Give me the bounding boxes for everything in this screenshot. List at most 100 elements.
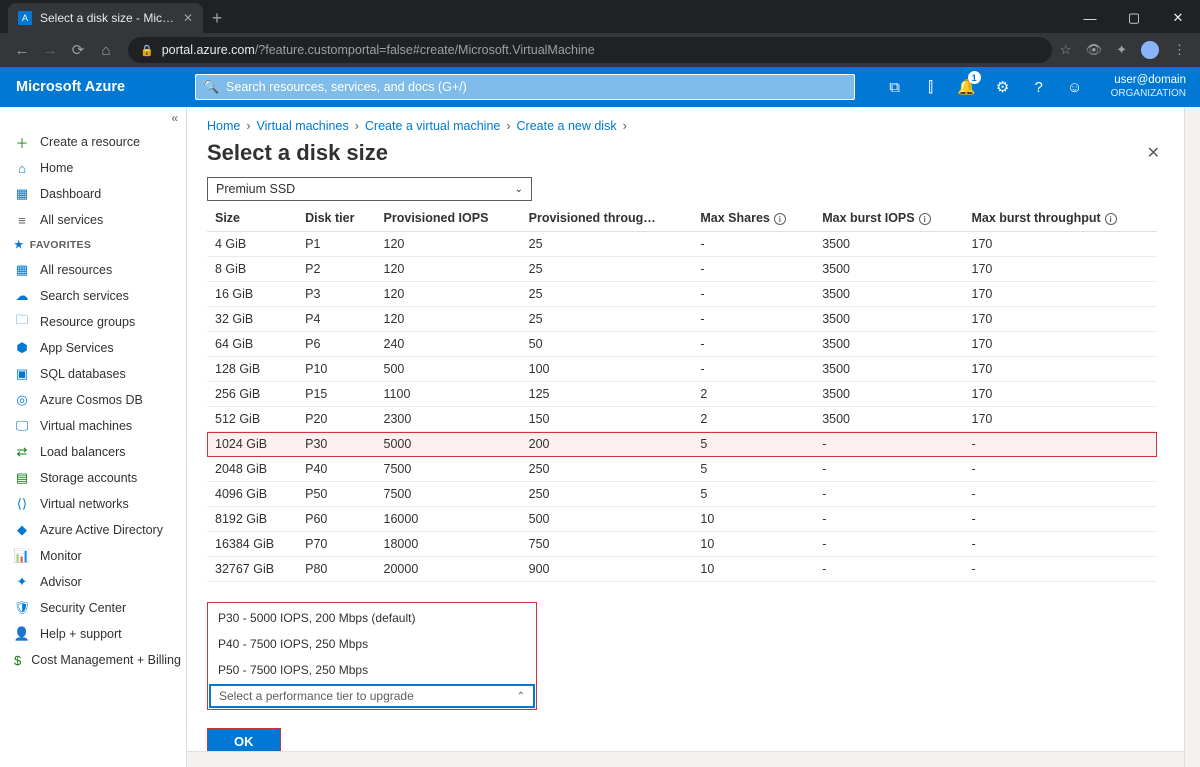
- sidebar-item-home[interactable]: ⌂Home: [0, 155, 186, 181]
- breadcrumb-link[interactable]: Home: [207, 119, 240, 133]
- disk-size-row[interactable]: 1024 GiBP3050002005--: [207, 432, 1157, 457]
- sidebar-item-storage-accounts[interactable]: ▤Storage accounts: [0, 465, 186, 491]
- directories-icon[interactable]: ⫿: [913, 67, 949, 107]
- cell-iops: 7500: [376, 482, 521, 507]
- window-maximize-button[interactable]: ▢: [1112, 3, 1156, 33]
- cell-bthr: -: [964, 482, 1158, 507]
- disk-size-row[interactable]: 8 GiBP212025-3500170: [207, 257, 1157, 282]
- sidebar-item-virtual-networks[interactable]: ⟨⟩Virtual networks: [0, 491, 186, 517]
- sidebar-item-load-balancers[interactable]: ⇄Load balancers: [0, 439, 186, 465]
- sidebar-item-azure-cosmos-db[interactable]: ◎Azure Cosmos DB: [0, 387, 186, 413]
- feedback-icon[interactable]: ☺: [1057, 67, 1093, 107]
- vertical-scrollbar[interactable]: [1184, 107, 1200, 767]
- azure-search-input[interactable]: [195, 74, 855, 100]
- window-close-button[interactable]: ✕: [1156, 3, 1200, 33]
- notifications-icon[interactable]: 🔔1: [949, 67, 985, 107]
- extensions-icon[interactable]: ✦: [1116, 42, 1127, 58]
- column-header[interactable]: Size: [207, 205, 297, 232]
- sidebar-item-app-services[interactable]: ⬢App Services: [0, 335, 186, 361]
- sidebar-item-resource-groups[interactable]: 🗀Resource groups: [0, 309, 186, 335]
- column-header[interactable]: Provisioned IOPS: [376, 205, 521, 232]
- sidebar-item-advisor[interactable]: ✦Advisor: [0, 569, 186, 595]
- browser-tab[interactable]: A Select a disk size - Microsoft Azu… ✕: [8, 3, 203, 33]
- disk-size-row[interactable]: 128 GiBP10500100-3500170: [207, 357, 1157, 382]
- column-header[interactable]: Max Sharesi: [692, 205, 814, 232]
- performance-tier-option[interactable]: P50 - 7500 IOPS, 250 Mbps: [208, 657, 536, 683]
- cell-bthr: -: [964, 457, 1158, 482]
- sidebar-item-create-a-resource[interactable]: ＋Create a resource: [0, 129, 186, 155]
- column-header[interactable]: Max burst throughputi: [964, 205, 1158, 232]
- sidebar-item-monitor[interactable]: 📊Monitor: [0, 543, 186, 569]
- cell-biops: 3500: [814, 382, 963, 407]
- performance-tier-option[interactable]: P30 - 5000 IOPS, 200 Mbps (default): [208, 605, 536, 631]
- disk-size-row[interactable]: 16384 GiBP701800075010--: [207, 532, 1157, 557]
- disk-size-row[interactable]: 512 GiBP20230015023500170: [207, 407, 1157, 432]
- disk-size-row[interactable]: 256 GiBP15110012523500170: [207, 382, 1157, 407]
- breadcrumb-link[interactable]: Create a new disk: [517, 119, 617, 133]
- sidebar-item-all-resources[interactable]: ▦All resources: [0, 257, 186, 283]
- url-input[interactable]: 🔒 portal.azure.com/?feature.customportal…: [128, 37, 1052, 63]
- azure-search-box[interactable]: 🔍: [195, 74, 855, 100]
- cell-iops: 2300: [376, 407, 521, 432]
- performance-tier-option[interactable]: P40 - 7500 IOPS, 250 Mbps: [208, 631, 536, 657]
- disk-size-row[interactable]: 4 GiBP112025-3500170: [207, 232, 1157, 257]
- breadcrumb-link[interactable]: Create a virtual machine: [365, 119, 500, 133]
- disk-size-row[interactable]: 64 GiBP624050-3500170: [207, 332, 1157, 357]
- bookmark-star-icon[interactable]: ☆: [1060, 42, 1072, 58]
- user-email: user@domain: [1111, 74, 1186, 88]
- disk-size-row[interactable]: 16 GiBP312025-3500170: [207, 282, 1157, 307]
- sidebar-item-search-services[interactable]: ☁Search services: [0, 283, 186, 309]
- azure-logo[interactable]: Microsoft Azure: [16, 79, 125, 95]
- settings-gear-icon[interactable]: ⚙: [985, 67, 1021, 107]
- disk-size-row[interactable]: 32 GiBP412025-3500170: [207, 307, 1157, 332]
- column-header[interactable]: Max burst IOPSi: [814, 205, 963, 232]
- sidebar-item-security-center[interactable]: 🛡Security Center: [0, 595, 186, 621]
- nav-back-icon[interactable]: ←: [8, 42, 36, 59]
- close-panel-icon[interactable]: ✕: [1143, 139, 1164, 167]
- new-tab-button[interactable]: +: [203, 8, 231, 33]
- nav-reload-icon[interactable]: ⟳: [64, 41, 92, 59]
- cell-iops: 1100: [376, 382, 521, 407]
- disk-size-row[interactable]: 8192 GiBP601600050010--: [207, 507, 1157, 532]
- disk-size-row[interactable]: 4096 GiBP5075002505--: [207, 482, 1157, 507]
- column-header[interactable]: Provisioned throug…: [521, 205, 693, 232]
- eye-icon[interactable]: 👁: [1086, 42, 1103, 58]
- sidebar-item-dashboard[interactable]: ▦Dashboard: [0, 181, 186, 207]
- sidebar-item-help-support[interactable]: 👤Help + support: [0, 621, 186, 647]
- info-icon[interactable]: i: [1105, 213, 1117, 225]
- disk-size-row[interactable]: 2048 GiBP4075002505--: [207, 457, 1157, 482]
- resource-groups-icon: 🗀: [14, 314, 30, 330]
- app-services-icon: ⬢: [14, 340, 30, 356]
- performance-tier-dropdown[interactable]: Select a performance tier to upgrade ⌃: [210, 685, 534, 707]
- sidebar-item-all-services[interactable]: ≡All services: [0, 207, 186, 233]
- disk-type-dropdown[interactable]: Premium SSD ⌄: [207, 177, 532, 201]
- cell-biops: 3500: [814, 407, 963, 432]
- disk-size-row[interactable]: 32767 GiBP802000090010--: [207, 557, 1157, 582]
- nav-forward-icon[interactable]: →: [36, 42, 64, 59]
- profile-avatar[interactable]: [1141, 41, 1159, 59]
- sidebar-item-virtual-machines[interactable]: 🖵Virtual machines: [0, 413, 186, 439]
- horizontal-scrollbar[interactable]: [187, 751, 1184, 767]
- breadcrumb-link[interactable]: Virtual machines: [257, 119, 349, 133]
- sidebar-collapse-icon[interactable]: «: [0, 107, 186, 129]
- nav-home-icon[interactable]: ⌂: [92, 42, 120, 59]
- user-account[interactable]: user@domain ORGANIZATION: [1093, 74, 1200, 100]
- tab-close-icon[interactable]: ✕: [183, 11, 193, 25]
- cell-shares: 2: [692, 407, 814, 432]
- column-header[interactable]: Disk tier: [297, 205, 375, 232]
- sidebar-item-cost-management-billing[interactable]: $Cost Management + Billing: [0, 647, 186, 673]
- cell-tier: P1: [297, 232, 375, 257]
- info-icon[interactable]: i: [774, 213, 786, 225]
- cell-size: 256 GiB: [207, 382, 297, 407]
- cloud-shell-icon[interactable]: ⧉: [877, 67, 913, 107]
- info-icon[interactable]: i: [919, 213, 931, 225]
- browser-menu-icon[interactable]: ⋮: [1173, 42, 1186, 58]
- help-icon[interactable]: ?: [1021, 67, 1057, 107]
- sidebar-item-sql-databases[interactable]: ▣SQL databases: [0, 361, 186, 387]
- browser-address-bar: ← → ⟳ ⌂ 🔒 portal.azure.com/?feature.cust…: [0, 33, 1200, 67]
- sidebar-item-azure-active-directory[interactable]: ◆Azure Active Directory: [0, 517, 186, 543]
- sidebar-item-label: Monitor: [40, 549, 82, 563]
- ok-button[interactable]: OK: [207, 728, 281, 751]
- cell-iops: 500: [376, 357, 521, 382]
- window-minimize-button[interactable]: ―: [1068, 3, 1112, 33]
